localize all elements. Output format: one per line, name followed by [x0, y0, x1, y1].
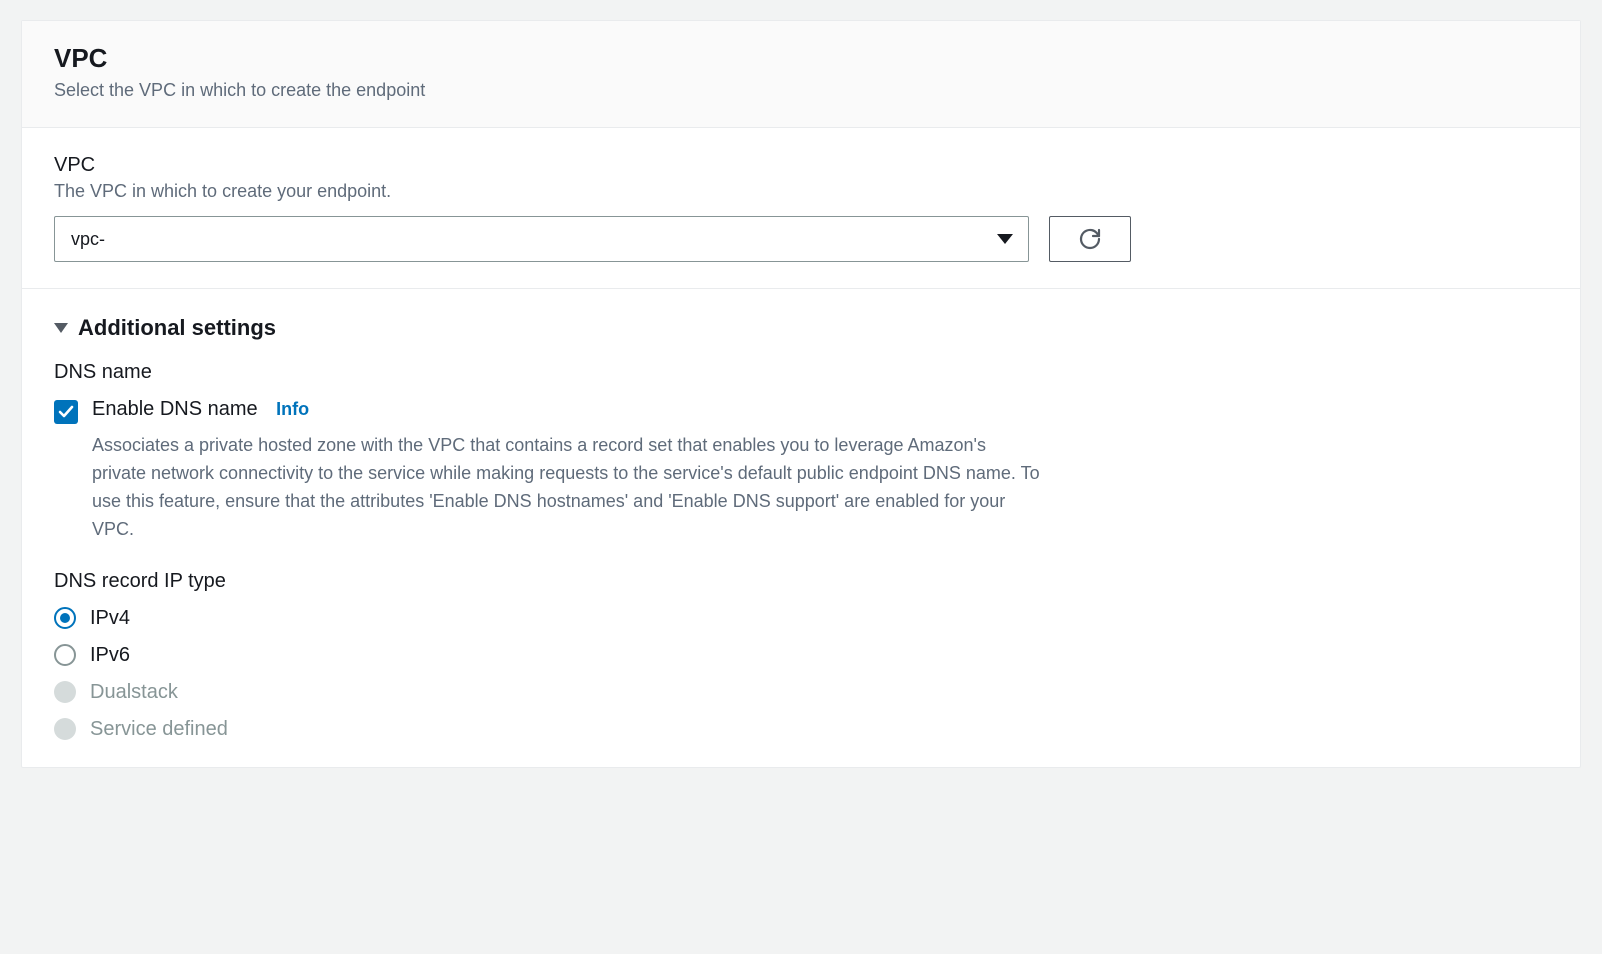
panel-title: VPC — [54, 43, 1548, 74]
panel-header: VPC Select the VPC in which to create th… — [22, 21, 1580, 128]
vpc-select[interactable]: vpc- — [54, 216, 1029, 262]
radio-label-service-defined: Service defined — [90, 718, 228, 741]
refresh-icon — [1078, 227, 1102, 251]
radio-label-dualstack: Dualstack — [90, 681, 178, 704]
dns-name-label: DNS name — [54, 361, 1548, 384]
enable-dns-label-wrap: Enable DNS name Info — [92, 398, 309, 421]
caret-down-icon — [54, 323, 68, 333]
enable-dns-label: Enable DNS name — [92, 398, 258, 420]
vpc-field-label: VPC — [54, 154, 1548, 177]
radio-dualstack — [54, 681, 76, 703]
radio-row-ipv4: IPv4 — [54, 607, 1548, 630]
vpc-field-desc: The VPC in which to create your endpoint… — [54, 181, 1548, 202]
vpc-select-wrap: vpc- — [54, 216, 1029, 262]
radio-ipv4[interactable] — [54, 607, 76, 629]
panel-subtitle: Select the VPC in which to create the en… — [54, 80, 1548, 101]
vpc-select-value: vpc- — [71, 229, 105, 250]
vpc-field-section: VPC The VPC in which to create your endp… — [22, 128, 1580, 289]
radio-service-defined — [54, 718, 76, 740]
additional-settings-title: Additional settings — [78, 315, 276, 341]
radio-ipv6[interactable] — [54, 644, 76, 666]
dns-ip-type-group: IPv4 IPv6 Dualstack Service defined — [54, 607, 1548, 741]
refresh-button[interactable] — [1049, 216, 1131, 262]
info-link[interactable]: Info — [276, 399, 309, 419]
enable-dns-row: Enable DNS name Info — [54, 398, 1548, 424]
vpc-panel: VPC Select the VPC in which to create th… — [21, 20, 1581, 768]
radio-label-ipv6: IPv6 — [90, 644, 130, 667]
additional-settings-toggle[interactable]: Additional settings — [54, 315, 1548, 341]
additional-settings-section: Additional settings DNS name Enable DNS … — [22, 289, 1580, 767]
check-icon — [58, 404, 74, 420]
radio-row-service-defined: Service defined — [54, 718, 1548, 741]
enable-dns-help-text: Associates a private hosted zone with th… — [92, 432, 1042, 544]
radio-row-dualstack: Dualstack — [54, 681, 1548, 704]
radio-row-ipv6: IPv6 — [54, 644, 1548, 667]
radio-label-ipv4: IPv4 — [90, 607, 130, 630]
enable-dns-checkbox[interactable] — [54, 400, 78, 424]
vpc-selector-row: vpc- — [54, 216, 1548, 262]
dns-ip-type-label: DNS record IP type — [54, 570, 1548, 593]
